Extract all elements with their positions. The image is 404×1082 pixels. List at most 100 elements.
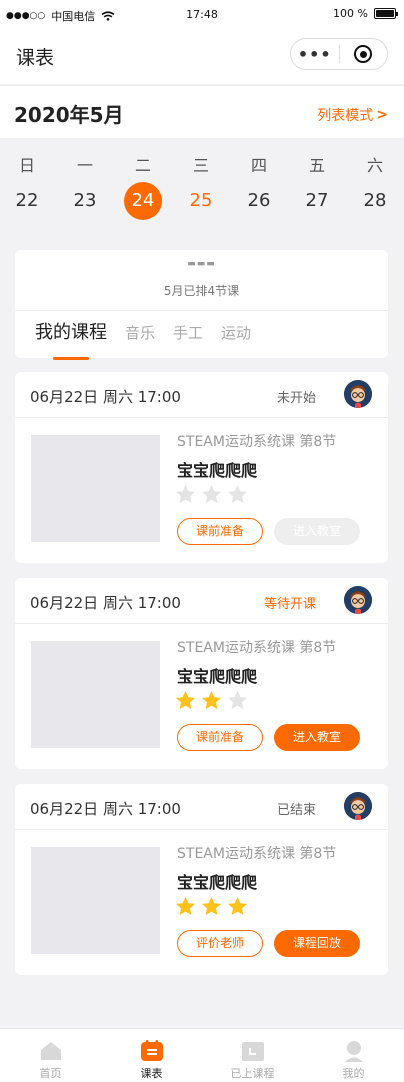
course-name: 宝宝爬爬爬: [177, 873, 258, 892]
calendar-day[interactable]: 24: [114, 182, 172, 220]
calendar-day[interactable]: 28: [346, 182, 404, 220]
week-strip: 日 22 一 23 二 24 三 25 四 26 五 27 六 28: [0, 138, 404, 230]
teacher-avatar[interactable]: [344, 380, 372, 408]
course-datetime: 06月22日 周六 17:00: [30, 800, 181, 818]
calendar-day[interactable]: 26: [230, 182, 288, 220]
profile-icon: [344, 1041, 363, 1062]
course-thumbnail[interactable]: [31, 641, 160, 748]
star-icon: [202, 691, 221, 709]
course-status: 已结束: [276, 803, 316, 818]
page-title: 课表: [16, 47, 55, 69]
pre-class-prep-button[interactable]: 课前准备: [177, 518, 263, 545]
battery-icon: [374, 8, 398, 19]
course-card-header: 06月22日 周六 17:00 已结束: [15, 784, 388, 830]
course-series: STEAM运动系统课 第8节: [177, 434, 337, 450]
star-icon: [202, 897, 221, 915]
weekday-label: 二: [134, 156, 151, 175]
weekday-label: 日: [18, 156, 35, 175]
avatar-icon: [344, 792, 372, 820]
course-status: 等待开课: [263, 597, 316, 612]
star-icon: [228, 691, 247, 709]
tab-schedule[interactable]: 课表: [101, 1029, 202, 1082]
schedule-icon: [140, 1040, 163, 1061]
course-card-header: 06月22日 周六 17:00 等待开课: [15, 578, 388, 624]
enter-classroom-button[interactable]: 进入教室: [274, 724, 360, 751]
status-right: 100 %: [333, 7, 398, 20]
tab-handcraft[interactable]: 手工: [173, 318, 203, 354]
status-bar: ●●●○○ 中国电信 17:48 100 %: [0, 0, 404, 30]
tab-label: 课表: [140, 1067, 163, 1080]
divider: [15, 310, 388, 311]
calendar-day-number: 28: [363, 190, 387, 211]
tab-music[interactable]: 音乐: [125, 318, 155, 354]
battery-percent: 100 %: [333, 7, 368, 20]
star-icon: [176, 691, 195, 709]
course-tabs: 我的课程 音乐 手工 运动: [35, 318, 251, 360]
close-miniprogram-button[interactable]: [340, 45, 388, 63]
course-rating: [175, 896, 248, 917]
weekday-label: 五: [308, 156, 325, 175]
course-rating: [175, 484, 248, 505]
summary-card: ▬▬▬ 5月已排4节课 我的课程 音乐 手工 运动: [15, 250, 388, 360]
target-icon: [354, 45, 373, 63]
calendar-day-number: 23: [73, 190, 97, 211]
weekday-label: 六: [366, 156, 383, 175]
miniprogram-capsule: •••: [290, 38, 388, 70]
course-datetime: 06月22日 周六 17:00: [30, 388, 181, 406]
tab-label: 首页: [39, 1067, 62, 1080]
calendar-day[interactable]: 27: [288, 182, 346, 220]
list-mode-link[interactable]: 列表模式 >: [317, 105, 388, 125]
tab-profile[interactable]: 我的: [303, 1029, 404, 1082]
star-icon: [228, 897, 247, 915]
list-mode-label: 列表模式: [317, 108, 374, 124]
course-rating: [175, 690, 248, 711]
star-icon: [202, 485, 221, 503]
lesson-count-summary: 5月已排4节课: [163, 284, 240, 298]
course-series: STEAM运动系统课 第8节: [177, 846, 337, 862]
teacher-avatar[interactable]: [344, 586, 372, 614]
enter-classroom-button[interactable]: 进入教室: [274, 518, 360, 545]
course-thumbnail[interactable]: [31, 435, 160, 542]
calendar-day-number: 25: [189, 190, 213, 211]
course-card[interactable]: 06月22日 周六 17:00 等待开课 STEAM运动系统课 第8节 宝宝爬爬爬课前…: [15, 578, 388, 769]
month-title: 2020年5月: [14, 103, 124, 127]
course-card[interactable]: 06月22日 周六 17:00 已结束 STEAM运动系统课 第8节 宝宝爬爬爬评价老…: [15, 784, 388, 975]
calendar-day-number: 27: [305, 190, 329, 211]
weekday-label: 四: [250, 156, 267, 175]
avatar-icon: [344, 586, 372, 614]
course-series: STEAM运动系统课 第8节: [177, 640, 337, 656]
tab-home[interactable]: 首页: [0, 1029, 101, 1082]
tab-finished-courses[interactable]: 已上课程: [202, 1029, 303, 1082]
calendar-day-number: 24: [124, 182, 162, 220]
course-card-header: 06月22日 周六 17:00 未开始: [15, 372, 388, 418]
teacher-avatar[interactable]: [344, 792, 372, 820]
course-name: 宝宝爬爬爬: [177, 667, 258, 686]
star-icon: [176, 485, 195, 503]
bottom-tab-bar: 首页 课表 已上课程 我的: [0, 1028, 404, 1082]
nav-bar: 课表 •••: [0, 30, 404, 84]
pre-class-prep-button[interactable]: 课前准备: [177, 724, 263, 751]
star-icon: [228, 485, 247, 503]
tab-sports[interactable]: 运动: [221, 318, 251, 354]
weekday-label: 三: [192, 156, 209, 175]
calendar-day-number: 26: [247, 190, 271, 211]
rate-teacher-button[interactable]: 评价老师: [177, 930, 263, 957]
home-icon: [40, 1042, 61, 1060]
tab-label: 已上课程: [230, 1067, 275, 1080]
tab-my-courses[interactable]: 我的课程: [35, 318, 107, 360]
calendar-day[interactable]: 23: [56, 182, 114, 220]
tab-label: 我的: [342, 1067, 365, 1080]
course-thumbnail[interactable]: [31, 847, 160, 954]
drag-handle-icon[interactable]: ▬▬▬: [15, 259, 388, 269]
weekday-label: 一: [76, 156, 93, 175]
more-icon[interactable]: •••: [291, 45, 339, 64]
avatar-icon: [344, 380, 372, 408]
course-card[interactable]: 06月22日 周六 17:00 未开始 STEAM运动系统课 第8节 宝宝爬爬爬 课前准…: [15, 372, 388, 563]
finished-courses-icon: [241, 1042, 264, 1061]
course-replay-button[interactable]: 课程回放: [274, 930, 360, 957]
star-icon: [176, 897, 195, 915]
calendar-day[interactable]: 25: [172, 182, 230, 220]
chevron-right-icon: >: [376, 107, 388, 123]
month-header: 2020年5月 列表模式 >: [0, 85, 404, 138]
calendar-day[interactable]: 22: [0, 182, 56, 220]
